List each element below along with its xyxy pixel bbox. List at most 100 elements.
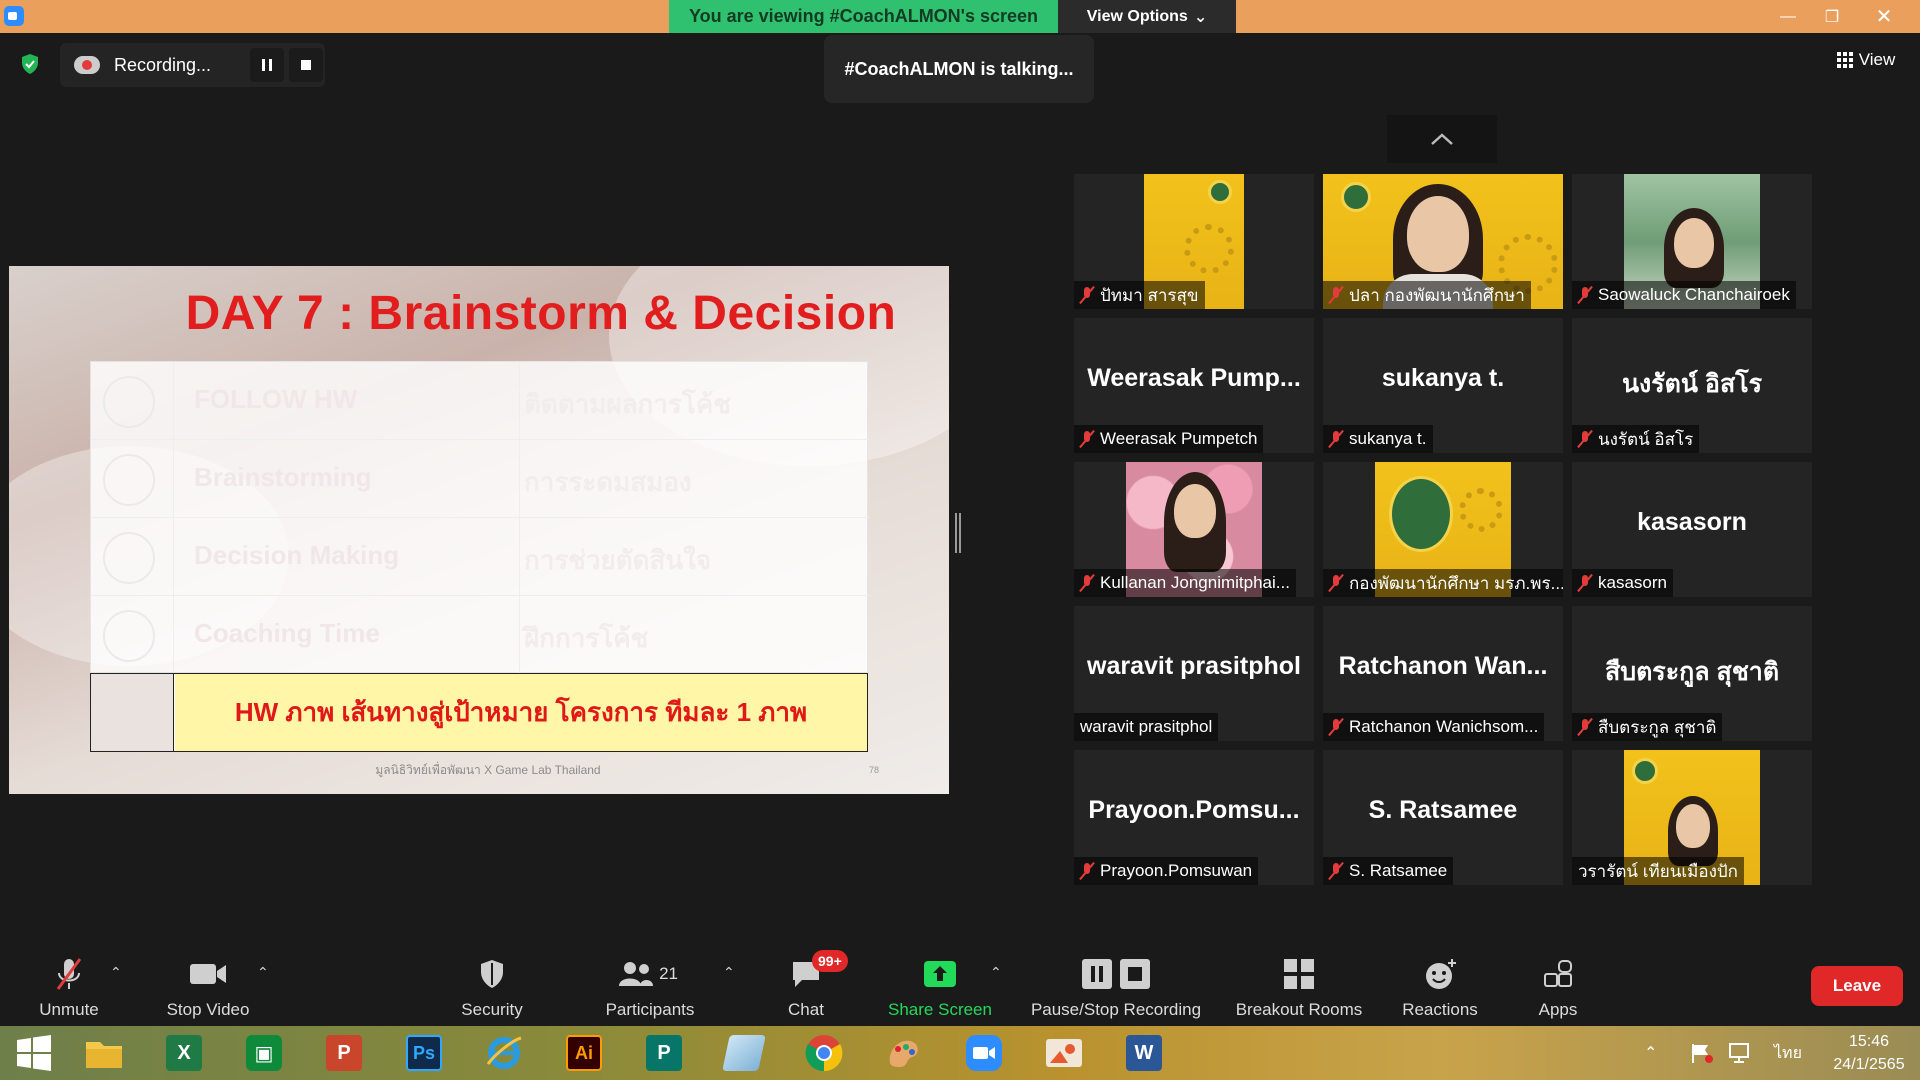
agenda-row: FOLLOW HW ติดตามผลการโค้ช bbox=[91, 362, 869, 440]
excel-icon-letter: X bbox=[166, 1035, 202, 1071]
participant-name: Prayoon.Pomsuwan bbox=[1100, 861, 1253, 880]
system-clock[interactable]: 15:46 24/1/2565 bbox=[1826, 1030, 1912, 1076]
agenda-item-en: Decision Making bbox=[194, 540, 400, 570]
view-layout-button[interactable]: View bbox=[1820, 43, 1912, 77]
unmute-button[interactable]: Unmute bbox=[28, 946, 110, 1026]
pause-icon bbox=[262, 59, 272, 71]
powerpoint-icon[interactable]: P bbox=[316, 1031, 372, 1075]
participant-tile[interactable]: ปัทมา สารสุข bbox=[1074, 174, 1314, 309]
security-shield-icon[interactable] bbox=[20, 53, 40, 75]
zoom-app-icon[interactable] bbox=[956, 1031, 1012, 1075]
participant-name-label: สืบตระกูล สุชาติ bbox=[1572, 713, 1723, 741]
participant-tile[interactable]: Prayoon.Pomsu... Prayoon.Pomsuwan bbox=[1074, 750, 1314, 885]
participant-tile[interactable]: Weerasak Pump... Weerasak Pumpetch bbox=[1074, 318, 1314, 453]
participant-tile[interactable]: Ratchanon Wan... Ratchanon Wanichsom... bbox=[1323, 606, 1563, 741]
share-options-caret-icon[interactable]: ⌃ bbox=[990, 964, 1002, 981]
network-icon[interactable] bbox=[1728, 1026, 1752, 1080]
participants-button[interactable]: 21 Participants bbox=[596, 946, 704, 1026]
windows-start-icon[interactable] bbox=[6, 1031, 62, 1075]
participant-name: กองพัฒนานักศึกษา มรภ.พร... bbox=[1349, 573, 1563, 593]
pause-stop-recording-button[interactable]: Pause/Stop Recording bbox=[1024, 946, 1208, 1026]
stop-recording-button[interactable] bbox=[289, 48, 323, 82]
split-view-handle[interactable] bbox=[955, 513, 961, 553]
minimize-icon[interactable]: — bbox=[1766, 0, 1810, 33]
participant-face bbox=[1676, 804, 1710, 848]
illustrator-icon[interactable]: Ai bbox=[556, 1031, 612, 1075]
university-seal-icon bbox=[1208, 180, 1232, 204]
slide-page-number: 78 bbox=[869, 765, 880, 775]
participants-options-caret-icon[interactable]: ⌃ bbox=[723, 964, 735, 981]
stop-video-button[interactable]: Stop Video bbox=[160, 946, 256, 1026]
participant-tile[interactable]: sukanya t. sukanya t. bbox=[1323, 318, 1563, 453]
agenda-row: Decision Making การช่วยตัดสินใจ bbox=[91, 518, 869, 596]
agenda-table: FOLLOW HW ติดตามผลการโค้ช Brainstorming … bbox=[90, 361, 869, 674]
meeting-toolbar: Unmute ⌃ Stop Video ⌃ Security 21 Partic… bbox=[0, 946, 1920, 1026]
participant-name-label: Prayoon.Pomsuwan bbox=[1074, 857, 1259, 885]
slide-title: DAY 7 : Brainstorm & Decision bbox=[185, 287, 897, 340]
mic-muted-icon bbox=[1080, 286, 1094, 304]
breakout-rooms-button[interactable]: Breakout Rooms bbox=[1230, 946, 1368, 1026]
viewing-screen-banner: You are viewing #CoachALMON's screen bbox=[669, 0, 1058, 33]
breakout-rooms-label: Breakout Rooms bbox=[1235, 1000, 1363, 1019]
participant-tile[interactable]: ปลา กองพัฒนานักศึกษา bbox=[1323, 174, 1563, 309]
word-icon[interactable]: W bbox=[1116, 1031, 1172, 1075]
mic-muted-icon bbox=[1329, 862, 1343, 880]
apps-label: Apps bbox=[1538, 1000, 1578, 1019]
photoshop-icon-letters: Ps bbox=[406, 1035, 442, 1071]
restore-icon[interactable]: ❐ bbox=[1810, 0, 1854, 33]
participant-tile[interactable]: Kullanan Jongnimitphai... bbox=[1074, 462, 1314, 597]
agenda-item-en: FOLLOW HW bbox=[194, 384, 358, 414]
cloud-recording-icon bbox=[74, 56, 100, 74]
clipboard-tool-icon[interactable] bbox=[716, 1031, 772, 1075]
active-speaker-indicator: #CoachALMON is talking... bbox=[824, 35, 1094, 103]
mic-muted-icon bbox=[1080, 574, 1094, 592]
participant-name: sukanya t. bbox=[1349, 429, 1427, 448]
view-options-button[interactable]: View Options ⌄ bbox=[1058, 0, 1236, 33]
participant-tile[interactable]: วรารัตน์ เทียนเมืองปัก bbox=[1572, 750, 1812, 885]
security-button[interactable]: Security bbox=[452, 946, 532, 1026]
participant-tile[interactable]: กองพัฒนานักศึกษา มรภ.พร... bbox=[1323, 462, 1563, 597]
audio-options-caret-icon[interactable]: ⌃ bbox=[110, 964, 122, 981]
participants-count: 21 bbox=[659, 964, 678, 983]
photo-viewer-icon[interactable] bbox=[1036, 1031, 1092, 1075]
action-center-flag-icon[interactable] bbox=[1690, 1026, 1714, 1080]
shield-icon bbox=[477, 956, 507, 992]
participant-tile[interactable]: สืบตระกูล สุชาติ สืบตระกูล สุชาติ bbox=[1572, 606, 1812, 741]
slide-footer: มูลนิธิวิทย์เพื่อพัฒนา X Game Lab Thaila… bbox=[375, 763, 601, 777]
participant-tile[interactable]: kasasorn kasasorn bbox=[1572, 462, 1812, 597]
chat-unread-badge: 99+ bbox=[812, 950, 848, 972]
reactions-label: Reactions bbox=[1402, 1000, 1478, 1019]
pause-recording-button[interactable] bbox=[250, 48, 284, 82]
apps-icon bbox=[1542, 956, 1574, 992]
clock-icon bbox=[103, 454, 155, 506]
video-options-caret-icon[interactable]: ⌃ bbox=[257, 964, 269, 981]
apps-button[interactable]: Apps bbox=[1532, 946, 1584, 1026]
university-seal-icon bbox=[1632, 758, 1658, 784]
participant-tile[interactable]: waravit prasitphol waravit prasitphol bbox=[1074, 606, 1314, 741]
reactions-button[interactable]: Reactions bbox=[1396, 946, 1484, 1026]
clock-icon bbox=[103, 532, 155, 584]
participant-tile[interactable]: Saowaluck Chanchairoek bbox=[1572, 174, 1812, 309]
participant-name: S. Ratsamee bbox=[1349, 861, 1448, 880]
participants-icon: 21 bbox=[618, 956, 678, 992]
participant-tile[interactable]: S. Ratsamee S. Ratsamee bbox=[1323, 750, 1563, 885]
internet-explorer-icon[interactable] bbox=[476, 1031, 532, 1075]
university-seal-icon bbox=[1341, 182, 1371, 212]
leave-button[interactable]: Leave bbox=[1811, 966, 1903, 1006]
chrome-icon[interactable] bbox=[796, 1031, 852, 1075]
close-icon[interactable]: ✕ bbox=[1862, 0, 1906, 33]
input-language-indicator[interactable]: ไทย bbox=[1774, 1026, 1802, 1080]
photoshop-icon[interactable]: Ps bbox=[396, 1031, 452, 1075]
excel-icon[interactable]: X bbox=[156, 1031, 212, 1075]
participant-tile[interactable]: นงรัตน์ อิสโร นงรัตน์ อิสโร bbox=[1572, 318, 1812, 453]
participant-big-name: sukanya t. bbox=[1381, 364, 1505, 392]
paint-icon[interactable] bbox=[876, 1031, 932, 1075]
file-explorer-icon[interactable] bbox=[76, 1031, 132, 1075]
gear-icon bbox=[1184, 224, 1234, 274]
store-icon[interactable]: ▣ bbox=[236, 1031, 292, 1075]
share-screen-button[interactable]: Share Screen bbox=[884, 946, 996, 1026]
show-hidden-icons-caret[interactable]: ⌃ bbox=[1644, 1026, 1657, 1080]
publisher-icon[interactable]: P bbox=[636, 1031, 692, 1075]
agenda-item-th: การช่วยตัดสินใจ bbox=[524, 545, 712, 575]
gallery-scroll-up-button[interactable] bbox=[1387, 115, 1497, 163]
